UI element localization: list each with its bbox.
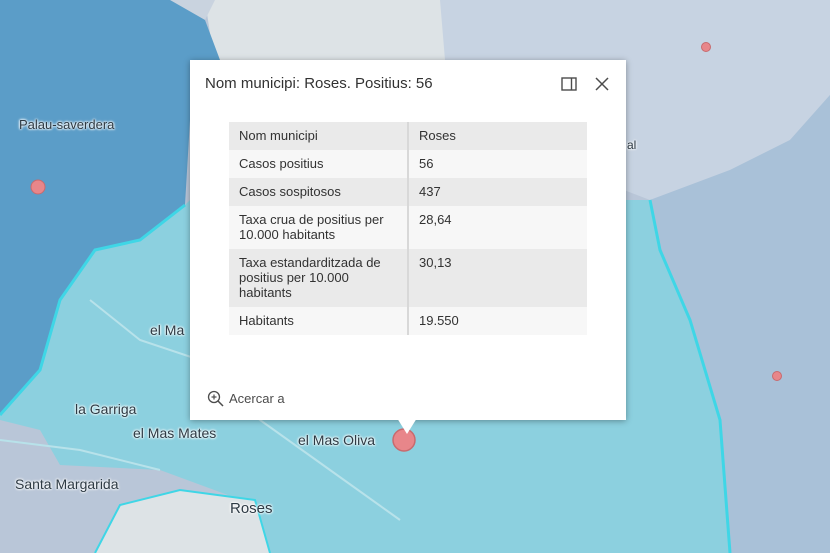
zoom-in-icon [207, 390, 224, 407]
dock-icon [561, 77, 577, 91]
attribute-value: 437 [408, 178, 587, 206]
attribute-value: 28,64 [408, 206, 587, 249]
map-label-palau-saverdera: Palau-saverdera [19, 117, 115, 132]
zoom-to-button[interactable]: Acercar a [207, 390, 285, 407]
attribute-value: 19.550 [408, 307, 587, 335]
point-marker[interactable] [772, 371, 782, 381]
map-label-partial: al [627, 138, 637, 152]
map-label-la-garriga: la Garriga [75, 401, 137, 417]
table-row: Casos sospitosos 437 [229, 178, 587, 206]
attribute-key: Nom municipi [229, 122, 409, 150]
attribute-value: Roses [408, 122, 587, 150]
table-row: Taxa crua de positius per 10.000 habitan… [229, 206, 587, 249]
attribute-value: 56 [408, 150, 587, 178]
table-row: Taxa estandarditzada de positius per 10.… [229, 249, 587, 307]
attribute-key: Taxa estandarditzada de positius per 10.… [229, 249, 409, 307]
map-label-santa-margarida: Santa Margarida [15, 476, 119, 492]
attribute-key: Habitants [229, 307, 409, 335]
popup-title: Nom municipi: Roses. Positius: 56 [205, 75, 433, 92]
map-label-roses: Roses [230, 500, 273, 517]
dock-button[interactable] [558, 73, 580, 95]
map-label-el-ma: el Ma [150, 322, 185, 338]
attribute-key: Taxa crua de positius per 10.000 habitan… [229, 206, 409, 249]
attribute-key: Casos positius [229, 150, 409, 178]
table-row: Habitants 19.550 [229, 307, 587, 335]
point-marker[interactable] [701, 42, 711, 52]
zoom-to-label: Acercar a [229, 391, 285, 406]
point-marker[interactable] [30, 179, 46, 195]
attribute-table: Nom municipi Roses Casos positius 56 Cas… [229, 122, 587, 335]
close-button[interactable] [591, 73, 613, 95]
attribute-value: 30,13 [408, 249, 587, 307]
map-label-el-mas-oliva: el Mas Oliva [298, 432, 376, 448]
feature-popup: Nom municipi: Roses. Positius: 56 Nom mu… [190, 60, 626, 434]
table-row: Casos positius 56 [229, 150, 587, 178]
popup-pointer [397, 418, 417, 434]
attribute-key: Casos sospitosos [229, 178, 409, 206]
map-label-el-mas-mates: el Mas Mates [133, 425, 217, 441]
table-row: Nom municipi Roses [229, 122, 587, 150]
close-icon [595, 77, 609, 91]
